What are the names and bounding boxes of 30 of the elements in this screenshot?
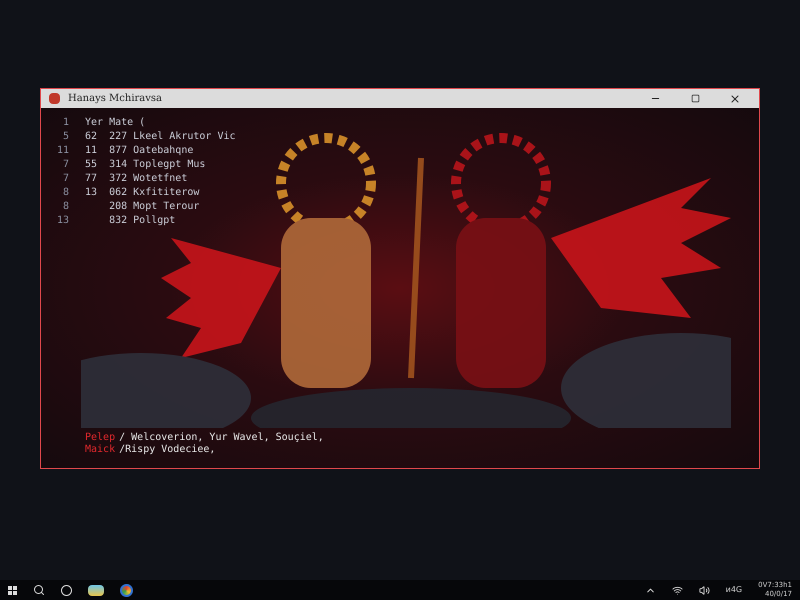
code-text: 11 877 Oatebahqne — [85, 144, 194, 157]
maximize-icon[interactable] — [690, 94, 700, 103]
line-number: 11 — [56, 144, 69, 157]
console-keyword: Pelep — [85, 432, 116, 444]
app-icon — [49, 93, 60, 104]
line-number: 5 — [62, 130, 69, 143]
code-text: 55 314 Toplegpt Mus — [85, 158, 206, 171]
tray-text: ᴎ4G — [726, 584, 742, 596]
close-icon[interactable] — [729, 92, 741, 104]
start-icon[interactable] — [8, 586, 17, 594]
code-text: 62 227 Lkeel Akrutor Vic — [85, 130, 236, 143]
code-text: Yer Mate ( — [85, 116, 146, 129]
wifi-icon[interactable] — [672, 584, 683, 596]
search-icon[interactable] — [33, 584, 45, 596]
code-text: 832 Pollgpt — [108, 214, 176, 227]
speaker-icon[interactable] — [698, 584, 710, 596]
code-text: 13 062 Kxfititerow — [85, 186, 200, 199]
console-keyword: Maick — [85, 444, 116, 456]
line-number: 7 — [62, 172, 69, 185]
line-number: 8 — [62, 186, 69, 199]
console-text: /Rispy Vodeciee, — [119, 444, 216, 456]
code-text: 77 372 Wotetfnet — [85, 172, 188, 185]
line-number: 8 — [62, 200, 69, 213]
window-title: Hanays Mchiravsa — [68, 92, 162, 106]
console-text: / Welcoverion, Yur Wavel, Souçiel, — [119, 432, 324, 444]
line-number: 1 — [62, 116, 69, 129]
code-text: 208 Mopt Terour — [108, 200, 200, 213]
line-number: 13 — [56, 214, 69, 227]
line-number: 7 — [62, 158, 69, 171]
browser-icon[interactable] — [120, 584, 133, 596]
